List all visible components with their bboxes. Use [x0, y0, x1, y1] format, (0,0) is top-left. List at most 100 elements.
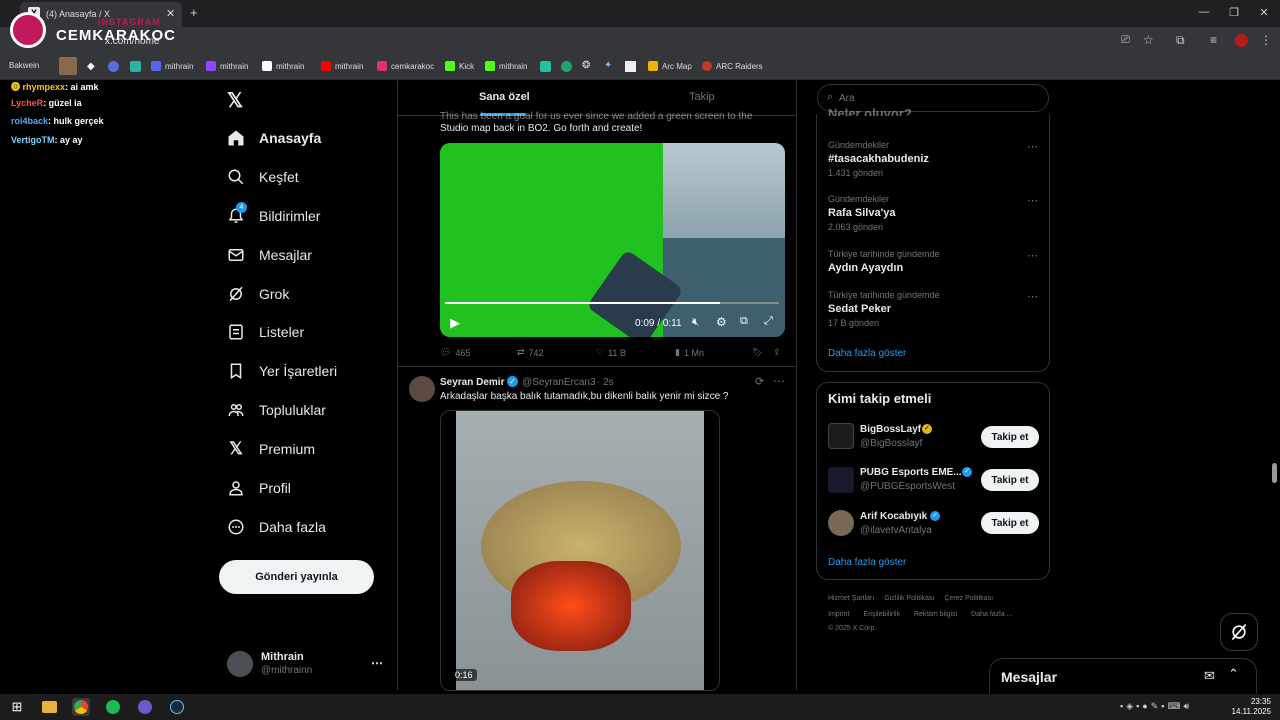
nav-item-communities[interactable]: Topluluklar	[227, 398, 326, 422]
footer-link[interactable]: Erişilebilirlik	[863, 611, 900, 618]
bookmark-x[interactable]: mithrain	[262, 61, 304, 71]
share-icon[interactable]: ⇪	[773, 347, 781, 358]
trend-more-icon[interactable]: ⋯	[1027, 140, 1038, 153]
avatar[interactable]	[828, 423, 854, 449]
tweet-author-handle[interactable]: @SeyranErcan3	[522, 377, 596, 388]
trend-more-icon[interactable]: ⋯	[1027, 290, 1038, 303]
steam-icon[interactable]	[170, 700, 184, 714]
trend-more-icon[interactable]: ⋯	[1027, 194, 1038, 207]
nav-item-bookmarks[interactable]: Yer İşaretleri	[227, 359, 337, 383]
bookmark-arc-map[interactable]: Arc Map	[648, 61, 692, 71]
x-logo-icon[interactable]: 𝕏	[227, 88, 243, 113]
bookmark-discord[interactable]: mithrain	[151, 61, 193, 71]
settings-icon[interactable]: ⚙	[716, 315, 727, 329]
grok-floating-button[interactable]	[1220, 613, 1258, 651]
post-button[interactable]: Gönderi yayınla	[219, 560, 374, 594]
system-tray-icons[interactable]: ▪◈▪●✎▪⌨🔊︎	[1120, 701, 1192, 712]
play-icon[interactable]: ▶	[450, 315, 460, 331]
nav-item-messages[interactable]: Mesajlar	[227, 243, 312, 267]
avatar[interactable]	[828, 467, 854, 493]
trend-item[interactable]: Türkiye tarihinde gündemde Aydın Ayaydın	[828, 249, 940, 274]
extensions-icon[interactable]: ⧉	[1176, 33, 1185, 48]
browser-menu-icon[interactable]: ⋮	[1260, 33, 1272, 47]
footer-link[interactable]: Çerez Politikası	[944, 595, 993, 602]
messages-dock[interactable]: Mesajlar ✉ ⌃	[989, 658, 1257, 694]
fullscreen-icon[interactable]: ⤢	[764, 315, 773, 328]
who-show-more[interactable]: Daha fazla göster	[828, 557, 906, 568]
like-button[interactable]: ♡ 11 B	[596, 347, 626, 358]
cast-icon[interactable]: ⎚	[1121, 34, 1130, 47]
nav-item-grok[interactable]: Grok	[227, 282, 289, 306]
bookmark-icon[interactable]: 🔖︎	[752, 347, 763, 358]
scrollbar-thumb[interactable]	[1272, 463, 1277, 483]
tab-close-icon[interactable]: ✕	[166, 7, 175, 20]
footer-link[interactable]: Imprint	[828, 611, 849, 618]
avatar[interactable]	[227, 651, 253, 677]
bookmark-logo-icon[interactable]	[108, 61, 119, 72]
repost-button[interactable]: ⇄ 742	[517, 347, 544, 358]
close-window-icon[interactable]: ✕	[1256, 6, 1272, 19]
bookmark-gemini-icon[interactable]: ✦	[604, 60, 612, 71]
bookmark-item[interactable]: Bakwein	[9, 61, 39, 70]
bookmark-youtube[interactable]: mithrain	[321, 61, 363, 71]
mute-icon[interactable]: 🔇︎	[692, 316, 699, 329]
pip-icon[interactable]: ⧉	[740, 315, 748, 328]
follow-button[interactable]: Takip et	[981, 512, 1039, 534]
bookmark-kick-mithrain[interactable]: mithrain	[485, 61, 527, 71]
grok-icon[interactable]: ⟳	[755, 375, 764, 388]
follow-button[interactable]: Takip et	[981, 426, 1039, 448]
footer-link[interactable]: Hizmet Şartları	[828, 595, 874, 602]
footer-link[interactable]: Daha fazla ...	[971, 611, 1012, 618]
clock-date[interactable]: 14.11.2025	[1223, 707, 1271, 716]
nav-item-explore[interactable]: Keşfet	[227, 165, 299, 189]
file-explorer-icon[interactable]	[41, 701, 57, 713]
nav-item-premium[interactable]: 𝕏 Premium	[227, 437, 315, 461]
tweet-video[interactable]: 0:16	[440, 410, 720, 691]
spotify-icon[interactable]	[106, 700, 120, 714]
footer-link[interactable]: Reklam bilgisi	[914, 611, 957, 618]
bookmark-twitch[interactable]: mithrain	[206, 61, 248, 71]
account-menu-icon[interactable]: ⋯	[371, 656, 383, 670]
nav-item-home[interactable]: Anasayfa	[227, 126, 321, 150]
trend-more-icon[interactable]: ⋯	[1027, 249, 1038, 262]
bookmark-instagram[interactable]: cemkarakoc	[377, 61, 434, 71]
bookmark-thumbnail-icon[interactable]	[59, 57, 77, 75]
tab-for-you[interactable]: Sana özel	[479, 91, 530, 103]
trend-item[interactable]: Gündemdekiler Rafa Silva'ya 2.063 gönder…	[828, 194, 895, 232]
suggest-name[interactable]: BigBossLayf	[860, 424, 921, 435]
discord-icon[interactable]	[138, 700, 152, 714]
tweet-video[interactable]: ▶ 0:09 / 0:11 🔇︎ ⚙ ⧉ ⤢	[440, 143, 785, 337]
minimize-icon[interactable]: —	[1196, 6, 1212, 18]
trend-item[interactable]: Türkiye tarihinde gündemde Sedat Peker 1…	[828, 290, 940, 328]
avatar[interactable]	[409, 376, 435, 402]
clock-time[interactable]: 23:35	[1233, 697, 1271, 706]
nav-item-lists[interactable]: Listeler	[227, 320, 304, 344]
nav-item-more[interactable]: Daha fazla	[227, 515, 326, 539]
views-button[interactable]: ▮ 1 Mn	[675, 347, 704, 358]
trends-show-more[interactable]: Daha fazla göster	[828, 348, 906, 359]
bookmark-leaf-icon[interactable]	[561, 61, 572, 72]
bookmark-app-icon[interactable]	[130, 61, 141, 72]
tab-following[interactable]: Takip	[689, 91, 715, 103]
tweet-more-icon[interactable]: ⋯	[773, 374, 785, 388]
avatar[interactable]	[828, 510, 854, 536]
star-icon[interactable]: ☆	[1143, 33, 1154, 47]
profile-avatar-icon[interactable]	[1235, 34, 1248, 47]
media-icon[interactable]: ≡	[1210, 33, 1217, 47]
expand-icon[interactable]: ⌃	[1228, 666, 1239, 682]
new-message-icon[interactable]: ✉	[1204, 668, 1215, 684]
restore-icon[interactable]: ❐	[1226, 6, 1242, 19]
suggest-name[interactable]: Arif Kocabıyık	[860, 511, 927, 522]
tweet-author-name[interactable]: Seyran Demir	[440, 377, 504, 388]
bookmark-diamond-icon[interactable]: ◆	[87, 61, 95, 72]
footer-link[interactable]: Gizlilik Politikası	[884, 595, 934, 602]
new-tab-button[interactable]: +	[190, 5, 198, 20]
nav-item-notifications[interactable]: 4 Bildirimler	[227, 202, 320, 228]
bookmark-wiki-icon[interactable]	[625, 61, 636, 72]
suggest-name[interactable]: PUBG Esports EME...	[860, 467, 962, 478]
bookmark-arc-raiders[interactable]: ARC Raiders	[702, 61, 763, 71]
bookmark-kick[interactable]: Kick	[445, 61, 474, 71]
follow-button[interactable]: Takip et	[981, 469, 1039, 491]
windows-start-icon[interactable]: ⊞	[8, 698, 26, 716]
trend-item[interactable]: Gündemdekiler #tasacakhabudeniz 1.431 gö…	[828, 140, 929, 178]
